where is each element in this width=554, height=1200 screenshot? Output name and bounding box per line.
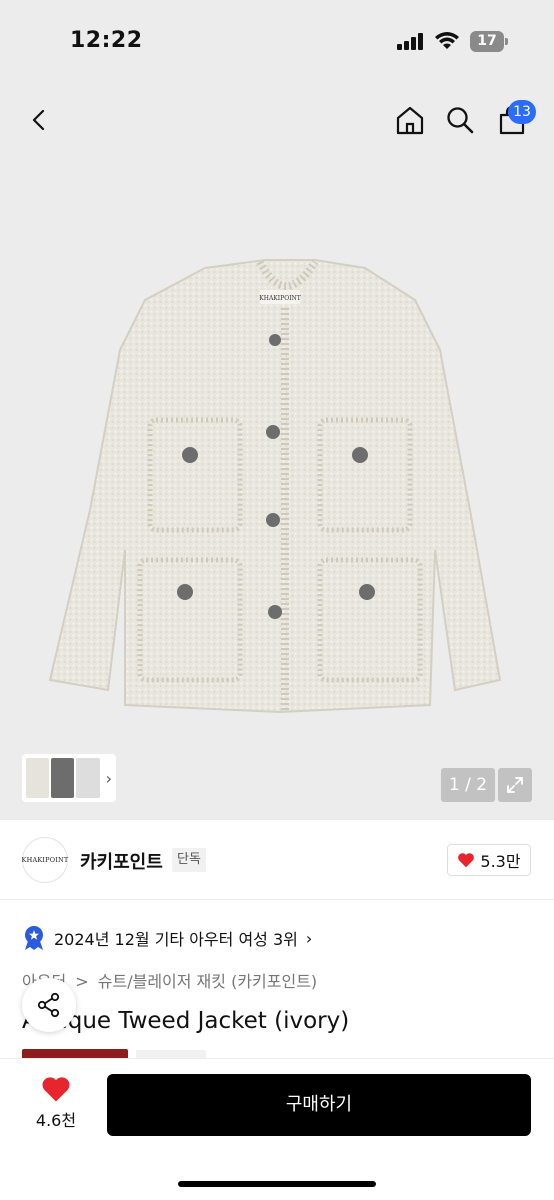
chevron-right-icon[interactable]: › — [106, 769, 112, 788]
page-indicator: 1 / 2 — [441, 768, 495, 802]
product-gallery[interactable]: 12:22 17 13 KHAKIPOINT › 1 / 2 — [0, 0, 554, 820]
wish-button[interactable]: 4.6천 — [28, 1075, 84, 1135]
share-icon — [37, 992, 60, 1018]
rank-badge-icon — [25, 926, 43, 950]
thumbnail-strip[interactable]: › — [22, 754, 116, 802]
buy-button[interactable]: 구매하기 — [107, 1074, 531, 1136]
home-icon — [396, 106, 424, 135]
brand-logo[interactable]: KHAKIPOINT — [22, 837, 68, 883]
thumbnail-2[interactable] — [51, 758, 75, 798]
status-time: 12:22 — [70, 28, 143, 53]
product-image[interactable]: KHAKIPOINT — [30, 250, 530, 730]
expand-button[interactable] — [498, 768, 532, 802]
promo-tag-secondary — [136, 1050, 206, 1058]
wifi-icon — [435, 32, 459, 49]
exclusive-tag: 단독 — [172, 848, 206, 872]
ranking-link[interactable]: 2024년 12월 기타 아우터 여성 3위 › — [22, 924, 312, 952]
jacket-brand-label: KHAKIPOINT — [259, 295, 300, 302]
brand-name[interactable]: 카키포인트 — [80, 848, 163, 874]
signal-icon — [397, 33, 425, 50]
thumbnail-1[interactable] — [26, 758, 50, 798]
wish-count: 4.6천 — [35, 1111, 77, 1130]
search-icon — [447, 107, 474, 134]
battery-level: 17 — [470, 31, 504, 52]
heart-icon — [42, 1077, 70, 1102]
bottom-action-bar: 4.6천 구매하기 — [0, 1058, 554, 1200]
ranking-text: 2024년 12월 기타 아우터 여성 3위 — [54, 930, 298, 949]
back-button[interactable] — [20, 100, 60, 140]
battery-icon: 17 — [470, 31, 508, 52]
thumbnail-3[interactable] — [76, 758, 100, 798]
chevron-right-icon: › — [305, 928, 313, 948]
search-button[interactable] — [440, 100, 480, 140]
heart-icon — [458, 853, 475, 868]
brand-like-button[interactable]: 5.3만 — [447, 844, 531, 876]
expand-icon — [507, 777, 523, 793]
cart-count-badge: 13 — [508, 100, 536, 124]
home-indicator — [178, 1181, 376, 1187]
category-sub[interactable]: 슈트/블레이저 재킷 (카키포인트) — [98, 972, 317, 991]
back-icon — [32, 109, 45, 131]
breadcrumb-separator: > — [75, 972, 89, 991]
brand-row[interactable]: KHAKIPOINT 카키포인트 단독 5.3만 — [0, 820, 554, 900]
home-button[interactable] — [390, 100, 430, 140]
status-bar: 12:22 17 — [0, 0, 554, 84]
brand-like-count: 5.3만 — [480, 852, 521, 871]
share-button[interactable] — [22, 978, 76, 1032]
